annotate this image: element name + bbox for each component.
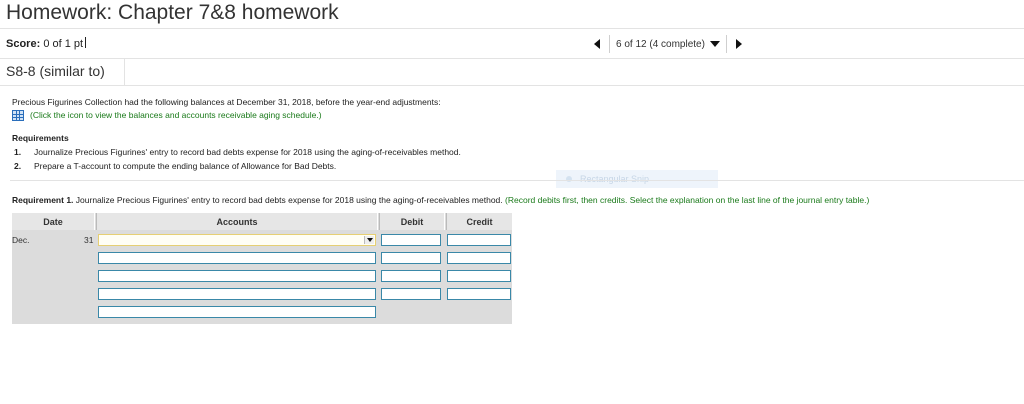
text-cursor bbox=[85, 37, 87, 48]
account-input[interactable] bbox=[98, 270, 376, 282]
question-navigator: 6 of 12 (4 complete) bbox=[585, 35, 751, 53]
dropdown-arrow-icon bbox=[364, 236, 374, 244]
question-id: S8-8 (similar to) bbox=[6, 63, 105, 79]
credit-input[interactable] bbox=[447, 252, 511, 264]
date-day: 31 bbox=[84, 235, 94, 245]
score-label: Score: bbox=[6, 38, 41, 50]
previous-question-button[interactable] bbox=[585, 35, 609, 53]
intro-text: Precious Figurines Collection had the fo… bbox=[12, 97, 441, 107]
requirement-number: 2. bbox=[14, 161, 22, 171]
rectangular-snip-overlay: Rectangular Snip bbox=[556, 170, 718, 188]
debit-input[interactable] bbox=[381, 234, 441, 246]
debit-input[interactable] bbox=[381, 270, 441, 282]
credit-input[interactable] bbox=[447, 234, 511, 246]
arrow-left-icon bbox=[594, 39, 600, 49]
requirement-number: 1. bbox=[14, 147, 22, 157]
divider bbox=[0, 85, 1024, 86]
page-title: Homework: Chapter 7&8 homework bbox=[6, 1, 339, 24]
requirement-1-label: Requirement 1. bbox=[12, 195, 74, 205]
column-header-date: Date bbox=[12, 213, 94, 230]
debit-input[interactable] bbox=[381, 252, 441, 264]
requirement-text: Journalize Precious Figurines' entry to … bbox=[34, 147, 461, 157]
column-header-debit: Debit bbox=[380, 213, 444, 230]
journal-entry-table: Date Accounts Debit Credit Dec. 31 bbox=[12, 213, 512, 324]
requirement-text: Prepare a T-account to compute the endin… bbox=[34, 161, 337, 171]
snip-label: Rectangular Snip bbox=[580, 174, 650, 184]
credit-input[interactable] bbox=[447, 270, 511, 282]
account-select[interactable] bbox=[98, 234, 376, 246]
divider bbox=[124, 59, 125, 85]
requirements-heading: Requirements bbox=[12, 133, 69, 143]
score-value: 0 of 1 pt bbox=[43, 38, 84, 50]
journal-body: Dec. 31 bbox=[12, 230, 512, 324]
next-question-button[interactable] bbox=[727, 35, 751, 53]
question-position: 6 of 12 (4 complete) bbox=[616, 38, 705, 50]
column-header-accounts: Accounts bbox=[97, 213, 377, 230]
requirement-1-text: Journalize Precious Figurines' entry to … bbox=[75, 195, 503, 205]
divider bbox=[0, 28, 1024, 29]
arrow-right-icon bbox=[735, 39, 742, 49]
snip-icon bbox=[566, 176, 572, 182]
score: Score: 0 of 1 pt bbox=[6, 37, 87, 50]
question-selector[interactable]: 6 of 12 (4 complete) bbox=[609, 35, 727, 53]
view-data-link[interactable]: (Click the icon to view the balances and… bbox=[30, 110, 322, 120]
divider bbox=[0, 58, 1024, 59]
requirement-1-instruction: Requirement 1. Journalize Precious Figur… bbox=[12, 195, 869, 205]
divider bbox=[10, 180, 1024, 181]
debit-input[interactable] bbox=[381, 288, 441, 300]
chevron-down-icon bbox=[709, 41, 720, 47]
column-header-credit: Credit bbox=[447, 213, 512, 230]
explanation-input[interactable] bbox=[98, 306, 376, 318]
account-input[interactable] bbox=[98, 252, 376, 264]
account-input[interactable] bbox=[98, 288, 376, 300]
requirement-1-hint: (Record debits first, then credits. Sele… bbox=[505, 195, 870, 205]
date-month: Dec. bbox=[12, 235, 30, 245]
credit-input[interactable] bbox=[447, 288, 511, 300]
table-icon[interactable] bbox=[12, 110, 24, 121]
